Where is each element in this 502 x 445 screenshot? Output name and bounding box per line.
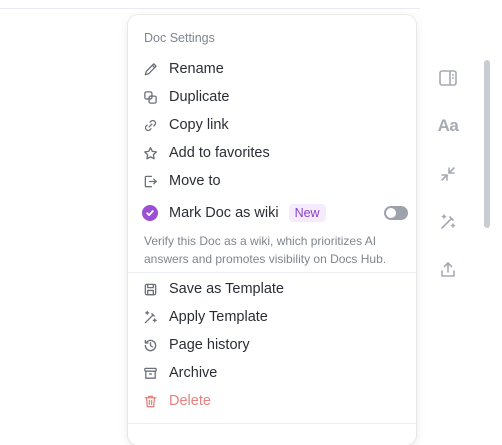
page-history-item[interactable]: Page history	[136, 331, 408, 359]
archive-item[interactable]: Archive	[136, 359, 408, 387]
menu-divider-bottom	[128, 423, 416, 424]
rename-label: Rename	[169, 61, 224, 77]
archive-icon	[142, 365, 158, 381]
copy-link-label: Copy link	[169, 117, 229, 133]
add-to-favorites-label: Add to favorites	[169, 145, 270, 161]
star-icon	[142, 145, 158, 161]
history-icon	[142, 337, 158, 353]
sidebar-panel-icon[interactable]	[434, 64, 462, 92]
duplicate-icon	[142, 89, 158, 105]
delete-item[interactable]: Delete	[136, 387, 408, 415]
collapse-arrows-icon[interactable]	[434, 160, 462, 188]
menu-divider	[128, 272, 416, 273]
apply-template-label: Apply Template	[169, 309, 268, 325]
magic-wand-icon[interactable]	[434, 208, 462, 236]
font-icon[interactable]: Aa	[434, 112, 462, 140]
font-label: Aa	[437, 116, 459, 135]
archive-label: Archive	[169, 365, 218, 381]
add-to-favorites-item[interactable]: Add to favorites	[136, 139, 408, 167]
menu-title: Doc Settings	[144, 31, 215, 45]
move-icon	[142, 173, 158, 189]
copy-link-item[interactable]: Copy link	[136, 111, 408, 139]
duplicate-label: Duplicate	[169, 89, 230, 105]
template-save-icon	[142, 281, 158, 297]
magic-wand-icon	[142, 309, 158, 325]
new-badge: New	[288, 204, 326, 222]
page-top-divider	[0, 8, 420, 9]
rename-item[interactable]: Rename	[136, 55, 408, 83]
page-history-label: Page history	[169, 337, 250, 353]
move-to-label: Move to	[169, 173, 221, 189]
share-icon[interactable]	[434, 256, 462, 284]
save-as-template-item[interactable]: Save as Template	[136, 275, 408, 303]
toggle-knob	[386, 208, 396, 218]
save-as-template-label: Save as Template	[169, 281, 284, 297]
pencil-icon	[142, 61, 158, 77]
wiki-toggle[interactable]	[384, 206, 408, 220]
apply-template-item[interactable]: Apply Template	[136, 303, 408, 331]
link-icon	[142, 117, 158, 133]
move-to-item[interactable]: Move to	[136, 167, 408, 195]
delete-label: Delete	[169, 393, 211, 409]
doc-settings-menu: Doc Settings Rename Duplicate Copy link …	[128, 15, 416, 445]
wiki-description: Verify this Doc as a wiki, which priorit…	[144, 234, 387, 266]
verified-check-icon	[142, 205, 158, 221]
mark-as-wiki-label: Mark Doc as wiki	[169, 205, 279, 221]
trash-icon	[142, 393, 158, 409]
mark-as-wiki-item[interactable]: Mark Doc as wiki New	[136, 199, 408, 227]
scrollbar-thumb[interactable]	[484, 60, 490, 228]
duplicate-item[interactable]: Duplicate	[136, 83, 408, 111]
